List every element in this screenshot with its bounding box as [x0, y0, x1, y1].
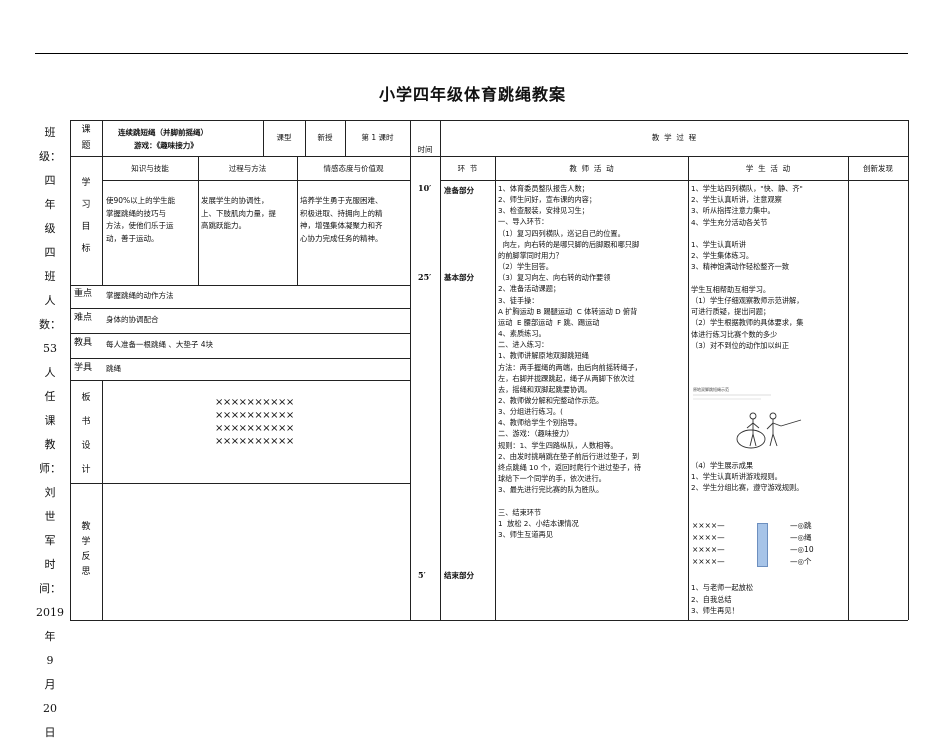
- mat-rectangle: [757, 523, 768, 567]
- class-info-char: 班: [44, 126, 56, 139]
- formation-end: —◎绳: [790, 533, 812, 542]
- class-info-char: 师：: [39, 462, 61, 475]
- key-point-label: 重点: [74, 289, 93, 299]
- formation-end: —◎10: [790, 545, 814, 554]
- section-basic: 基本部分: [444, 273, 474, 282]
- class-info-char: 刘: [44, 486, 56, 499]
- class-info-char: 53: [43, 342, 57, 355]
- type-label: 课型: [276, 133, 292, 142]
- topic-label: 课题: [81, 125, 91, 151]
- teacher-activity: 1、体育委员整队报告人数； 2、师生问好，宣布课的内容； 3、检查服装，安排见习…: [498, 184, 642, 539]
- formation-row: ××××—: [692, 521, 725, 530]
- lesson-topic: 连续跳短绳（并脚前摇绳）: [118, 128, 208, 137]
- time-basic: 25′: [418, 272, 432, 282]
- reflection-label: 教学反思: [81, 522, 91, 577]
- class-info-char: 四: [44, 174, 56, 187]
- jump-rope-illustration: 原地双脚跳短绳示范: [693, 386, 802, 449]
- class-info-char: 9: [46, 654, 54, 667]
- time-end: 5′: [418, 570, 426, 580]
- lesson-game: 游戏：《趣味接力》: [134, 141, 198, 150]
- class-info-char: 间：: [39, 582, 61, 595]
- class-info-char: 教: [44, 438, 56, 451]
- class-info-char: 班: [44, 270, 56, 283]
- section-prep: 准备部分: [444, 186, 474, 195]
- page-title: 小学四年级体育跳绳教案: [378, 85, 566, 104]
- class-info-char: 世: [44, 510, 56, 523]
- learning-aids: 跳绳: [106, 364, 121, 373]
- picture-caption: 原地双脚跳短绳示范: [693, 386, 729, 392]
- teacher-header: 教 师 活 动: [569, 164, 614, 173]
- formation-row: ××××—: [692, 557, 725, 566]
- class-info-char: 2019: [36, 606, 64, 619]
- class-info-char: 年: [44, 198, 56, 211]
- time-prep: 10′: [418, 183, 432, 193]
- class-info-char: 20: [43, 702, 57, 715]
- formation-row: ××××—: [692, 533, 725, 542]
- board-line: ××××××××××: [215, 423, 294, 434]
- teaching-aids-label: 教具: [74, 338, 93, 348]
- class-info-char: 时: [44, 558, 56, 571]
- class-info-char: 人: [44, 366, 56, 379]
- class-info-char: 任: [44, 390, 56, 403]
- class-info-char: 级: [44, 222, 56, 235]
- class-info-char: 月: [44, 678, 56, 691]
- board-label: 板书设计: [81, 393, 91, 475]
- student-header: 学 生 活 动: [745, 164, 791, 173]
- goal-process-head: 过程与方法: [228, 164, 267, 173]
- class-info-column: 班级：四年级四班人数： 53 人任课教师：刘世军时间： 2019 年 9 月 20 日: [30, 120, 70, 744]
- section-end: 结束部分: [444, 571, 474, 580]
- board-line: ××××××××××: [215, 397, 294, 408]
- class-info-char: 人: [44, 294, 56, 307]
- student-activity-mid: （4）学生展示成果 1、学生认真听讲游戏规则。 2、学生分组比赛，遵守游戏规则。: [691, 461, 804, 493]
- type-value: 新授: [317, 133, 333, 142]
- class-info-char: 课: [44, 414, 56, 427]
- class-info-char: 年: [44, 630, 56, 643]
- section-header: 环 节: [457, 164, 478, 173]
- period: 第 1 课时: [361, 133, 394, 142]
- goal-emotion-head: 情感态度与价值观: [323, 164, 384, 173]
- goal-knowledge: 使90%以上的学生能 掌握跳绳的技巧与 方法，使他们乐于运 动，善于运动。: [106, 196, 176, 243]
- student-activity-end: 1、与老师一起放松 2、自我总结 3、师生再见！: [691, 583, 754, 615]
- formation-end: —◎跳: [790, 521, 812, 530]
- time-label: 时间: [417, 145, 433, 154]
- student-activity-top: 1、学生站四列横队，"快、静、齐" 2、学生认真听讲，注意观察 3、听从指挥注意…: [691, 184, 804, 350]
- class-info-char: 日: [44, 726, 56, 739]
- header-rule: [35, 53, 908, 54]
- formation-row: ××××—: [692, 545, 725, 554]
- teaching-aids: 每人准备一根跳绳 、大垫子 4块: [106, 340, 214, 349]
- process-label: 教 学 过 程: [651, 133, 697, 142]
- goals-label: 学习目标: [81, 178, 91, 254]
- goal-process: 发展学生的协调性， 上、下肢肌肉力量，提 高跳跃能力。: [201, 196, 276, 230]
- class-info-char: 军: [44, 534, 56, 547]
- class-info-char: 数：: [39, 318, 61, 331]
- goal-emotion: 培养学生勇于克服困难、 积极进取、持拥向上的精 神，增强集体凝聚力和齐 心协力完…: [300, 196, 383, 243]
- class-info-char: 级：: [39, 150, 61, 163]
- board-line: ××××××××××: [215, 436, 294, 447]
- class-info-char: 四: [44, 246, 56, 259]
- board-line: ××××××××××: [215, 410, 294, 421]
- goal-knowledge-head: 知识与技能: [131, 164, 169, 173]
- difficulty-label: 难点: [74, 313, 93, 323]
- formation-end: —◎个: [790, 557, 812, 566]
- difficulty: 身体的协调配合: [106, 315, 159, 324]
- key-point: 掌握跳绳的动作方法: [106, 291, 174, 300]
- innovation-header: 创新发现: [863, 164, 893, 173]
- learning-aids-label: 学具: [74, 363, 93, 373]
